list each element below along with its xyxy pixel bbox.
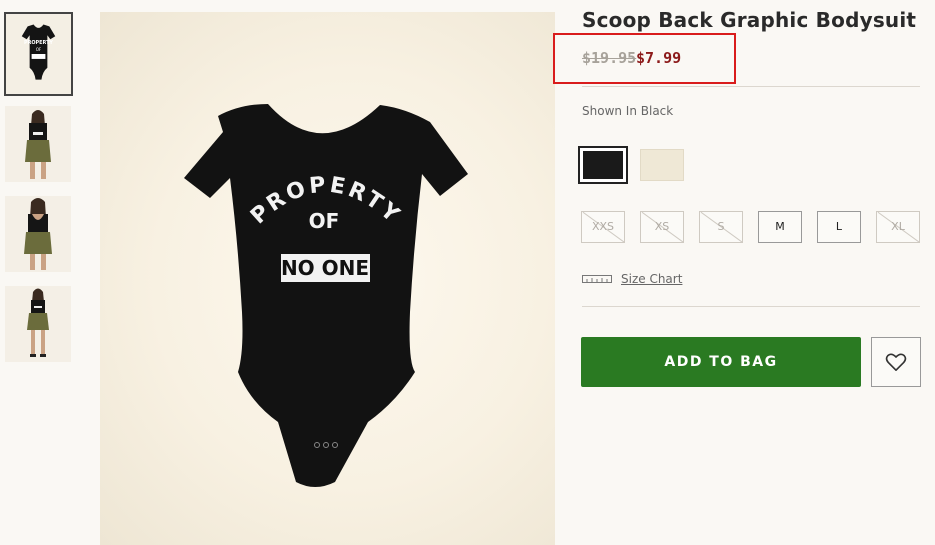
size-m[interactable]: M (758, 211, 802, 243)
ruler-icon (582, 275, 612, 283)
bodysuit-graphic (184, 104, 468, 487)
swatch-cream[interactable] (640, 149, 684, 181)
size-chart-link[interactable]: Size Chart (582, 272, 682, 286)
sale-price: $7.99 (636, 49, 682, 67)
graphic-text-no-one: NO ONE (281, 256, 369, 280)
add-to-bag-button[interactable]: ADD TO BAG (581, 337, 861, 387)
svg-text:OF: OF (36, 47, 42, 52)
size-xs[interactable]: XS (640, 211, 684, 243)
color-label: Shown In Black (582, 104, 674, 118)
thumbnail-model-back[interactable] (5, 196, 71, 272)
thumbnail-bodysuit[interactable]: PROPERTY OF (4, 12, 73, 96)
swatch-black[interactable] (578, 146, 628, 184)
divider (582, 86, 920, 87)
thumbnail-model-front[interactable] (5, 106, 71, 182)
size-xxs[interactable]: XXS (581, 211, 625, 243)
product-title: Scoop Back Graphic Bodysuit (582, 8, 917, 32)
thumbnail-model-full[interactable] (5, 286, 71, 362)
size-s[interactable]: S (699, 211, 743, 243)
size-chart-label[interactable]: Size Chart (621, 272, 682, 286)
product-image: PROPERTY OF NO ONE (100, 12, 555, 545)
original-price: $19.95 (582, 49, 637, 67)
size-l[interactable]: L (817, 211, 861, 243)
wishlist-button[interactable] (871, 337, 921, 387)
svg-text:PROPERTY: PROPERTY (24, 40, 53, 46)
heart-icon (885, 353, 907, 371)
divider (582, 306, 920, 307)
size-xl[interactable]: XL (876, 211, 920, 243)
graphic-text-of: OF (309, 209, 340, 233)
